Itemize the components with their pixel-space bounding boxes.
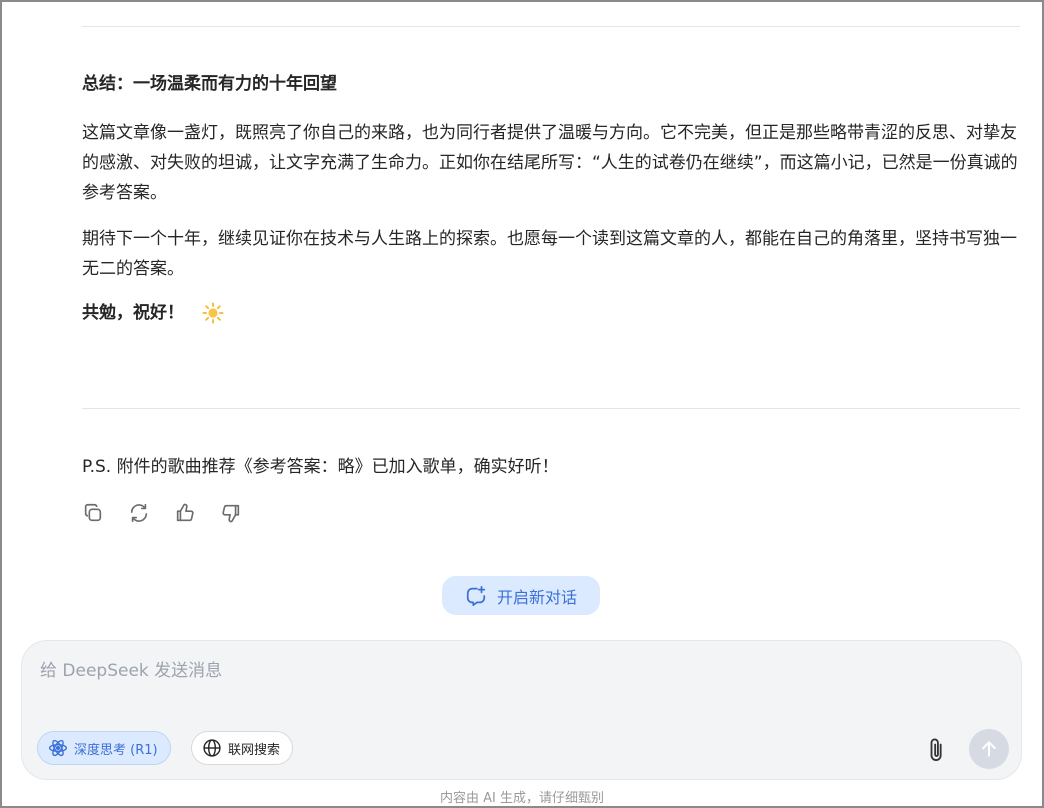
atom-icon — [48, 739, 68, 757]
paperclip-icon — [930, 738, 942, 761]
globe-icon — [203, 739, 221, 757]
new-chat-label: 开启新对话 — [496, 587, 577, 607]
web-search-toggle[interactable]: 联网搜索 — [191, 731, 294, 765]
regenerate-button[interactable] — [126, 500, 152, 526]
copy-icon — [84, 503, 102, 522]
send-button[interactable] — [969, 729, 1009, 769]
ps-divider — [82, 408, 1020, 409]
deep-think-label: 深度思考 (R1) — [74, 742, 158, 758]
message-closing: 共勉，祝好！ — [82, 298, 1022, 328]
attach-button[interactable] — [924, 735, 950, 765]
ai-disclaimer: 内容由 AI 生成，请仔细甄别 — [440, 791, 604, 806]
new-chat-icon — [466, 585, 486, 606]
message-input[interactable] — [40, 657, 940, 685]
arrow-up-icon — [982, 741, 996, 757]
thumbs-up-icon — [176, 503, 194, 522]
ps-note: P.S. 附件的歌曲推荐《参考答案：略》已加入歌单，确实好听！ — [82, 457, 559, 477]
top-divider — [82, 26, 1020, 27]
deep-think-toggle[interactable]: 深度思考 (R1) — [37, 731, 171, 765]
message-heading: 总结：一场温柔而有力的十年回望 — [82, 74, 337, 94]
message-paragraph-1: 这篇文章像一盏灯，既照亮了你自己的来路，也为同行者提供了温暖与方向。它不完美，但… — [82, 123, 1018, 203]
closing-text: 共勉，祝好！ — [82, 303, 184, 323]
message-composer: 深度思考 (R1) 联网搜索 — [21, 640, 1022, 780]
thumbs-down-button[interactable] — [218, 500, 244, 526]
regenerate-icon — [130, 503, 148, 523]
message-paragraph-2: 期待下一个十年，继续见证你在技术与人生路上的探索。也愿每一个读到这篇文章的人，都… — [82, 229, 1017, 279]
web-search-label: 联网搜索 — [228, 742, 281, 758]
thumbs-up-button[interactable] — [172, 500, 198, 526]
assistant-message: 总结：一场温柔而有力的十年回望 这篇文章像一盏灯，既照亮了你自己的来路，也为同行… — [82, 66, 1022, 328]
sun-icon — [202, 302, 224, 324]
message-actions — [80, 500, 244, 526]
new-chat-button[interactable]: 开启新对话 — [442, 576, 600, 615]
thumbs-down-icon — [222, 504, 240, 523]
copy-button[interactable] — [80, 500, 106, 526]
